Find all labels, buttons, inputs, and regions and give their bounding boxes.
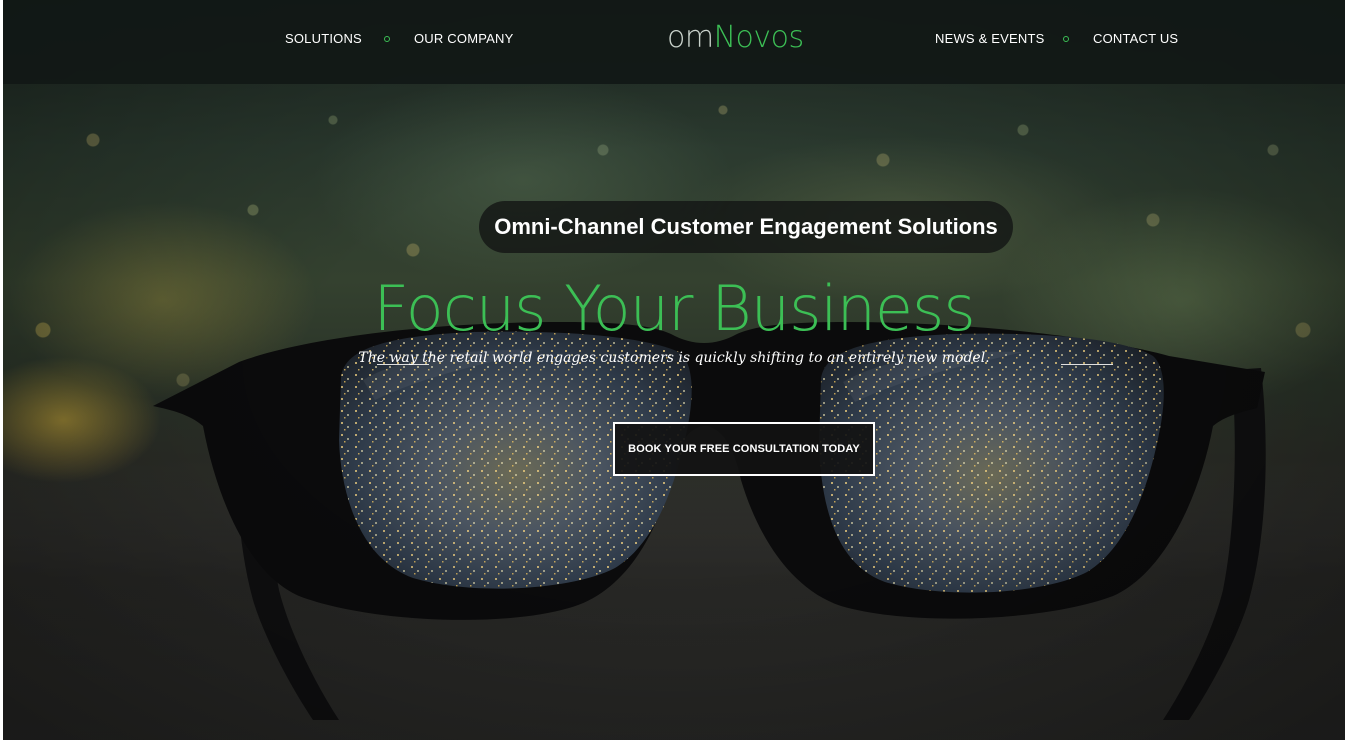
hero-subheadline-row: The way the retail world engages custome… xyxy=(3,350,1345,372)
nav-our-company-link[interactable]: OUR COMPANY xyxy=(414,31,513,46)
hero-headline: Focus Your Business xyxy=(373,272,975,345)
nav-separator-icon xyxy=(384,36,390,42)
logo-part-om: om xyxy=(667,20,714,55)
nav-contact-us-link[interactable]: CONTACT US xyxy=(1093,31,1178,46)
hero-subheadline: The way the retail world engages custome… xyxy=(358,350,990,366)
nav-news-events-link[interactable]: NEWS & EVENTS xyxy=(935,31,1045,46)
tagline-pill: Omni-Channel Customer Engagement Solutio… xyxy=(479,201,1013,253)
logo-part-novos: Novos xyxy=(713,20,805,55)
nav-separator-icon xyxy=(1063,36,1069,42)
subheadline-right-rule xyxy=(1061,364,1113,365)
nav-solutions-link[interactable]: SOLUTIONS xyxy=(285,31,362,46)
book-consultation-button[interactable]: BOOK YOUR FREE CONSULTATION TODAY xyxy=(613,422,875,476)
page-frame: SOLUTIONS OUR COMPANY omNovos NEWS & EVE… xyxy=(3,0,1345,740)
hero-tagline: Omni-Channel Customer Engagement Solutio… xyxy=(494,214,998,239)
site-header: SOLUTIONS OUR COMPANY omNovos NEWS & EVE… xyxy=(3,0,1345,84)
omnovos-logo[interactable]: omNovos xyxy=(667,20,804,55)
